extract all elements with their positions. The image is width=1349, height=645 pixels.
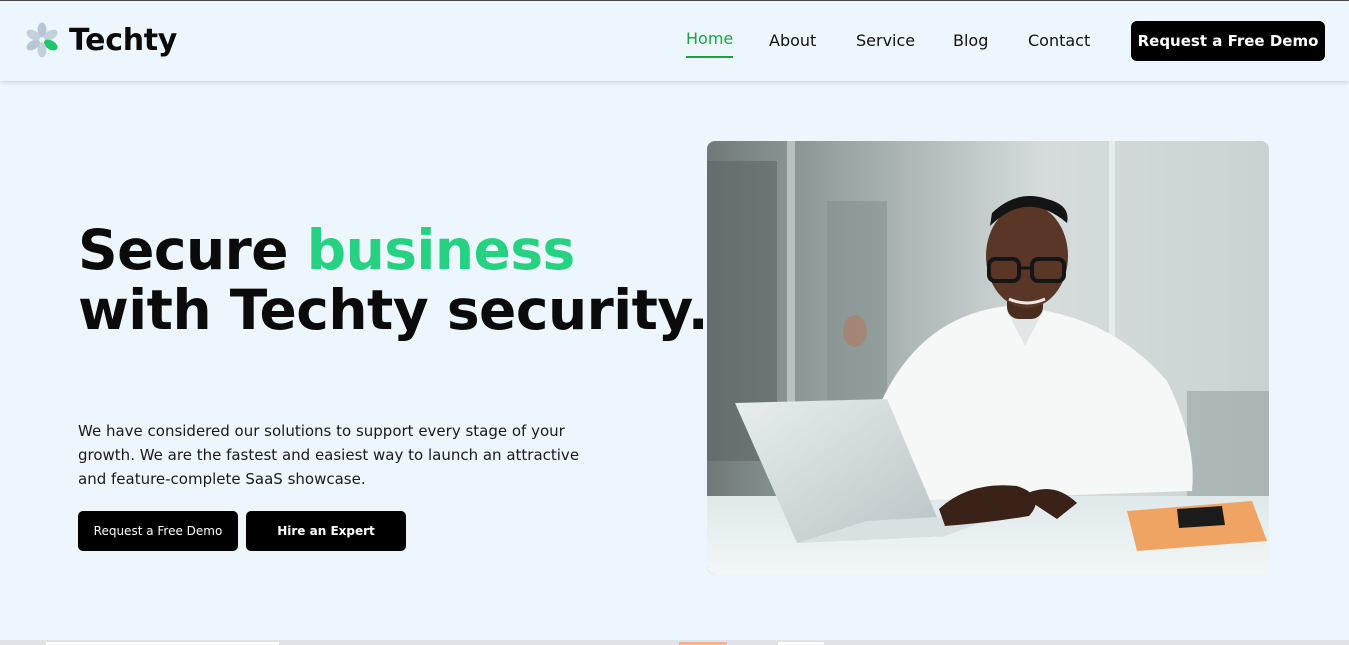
nav-service[interactable]: Service (856, 31, 915, 50)
request-demo-button[interactable]: Request a Free Demo (78, 511, 238, 551)
site-header: Techty Home About Service Blog Contact R… (0, 1, 1349, 81)
hero-title-part2: with Techty security. (78, 278, 709, 342)
hero-title-part1: Secure (78, 218, 307, 282)
nav-blog[interactable]: Blog (953, 31, 988, 50)
nav-contact[interactable]: Contact (1028, 31, 1090, 50)
nav-about[interactable]: About (769, 31, 816, 50)
brand-name: Techty (69, 22, 178, 58)
brand-logo[interactable]: Techty (24, 22, 177, 58)
man-with-laptop-photo (707, 141, 1269, 574)
flower-logo-icon (26, 22, 58, 58)
hire-expert-button[interactable]: Hire an Expert (246, 511, 406, 551)
next-section-edge (0, 640, 1349, 645)
hero-title: Secure business with Techty security. (78, 220, 718, 340)
header-request-demo-button[interactable]: Request a Free Demo (1131, 21, 1325, 61)
hero-description: We have considered our solutions to supp… (78, 422, 580, 488)
hero-title-accent: business (306, 218, 576, 282)
nav-home[interactable]: Home (686, 29, 734, 58)
